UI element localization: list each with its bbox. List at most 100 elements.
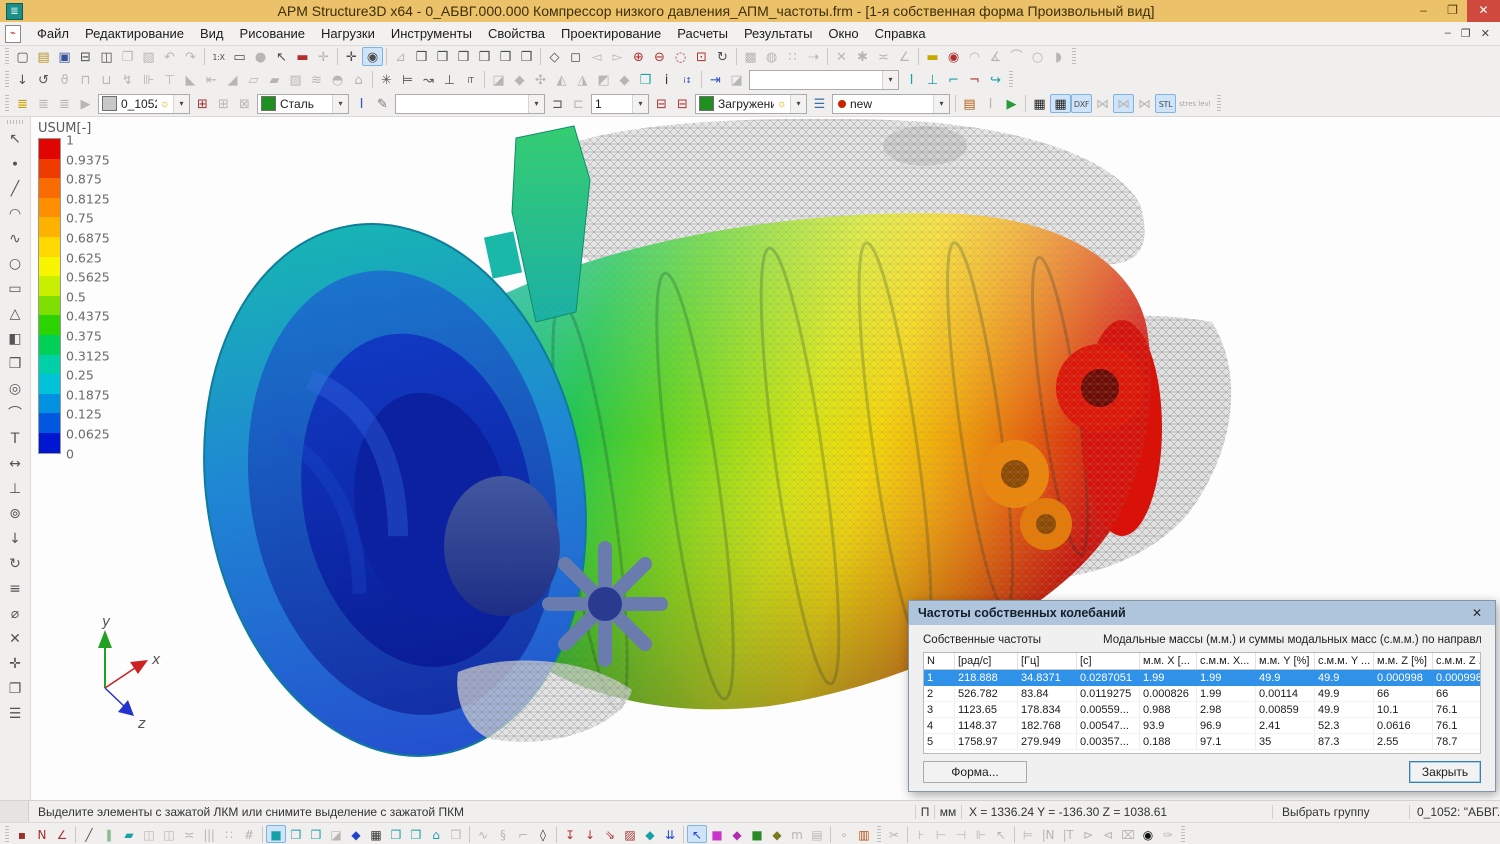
measure-distance-button[interactable]: ▬ xyxy=(922,47,943,66)
toolbar-grip[interactable] xyxy=(1181,826,1185,843)
select-pointer-button[interactable]: ↖ xyxy=(687,825,707,843)
result-arrow-button[interactable]: ▶ xyxy=(1001,94,1022,113)
loadcase-next-button[interactable]: ⊟ xyxy=(672,94,693,113)
parallel-rods-button[interactable]: ∥ xyxy=(99,825,119,843)
film-button[interactable]: ▤ xyxy=(807,825,827,843)
load-tool[interactable]: ↓ xyxy=(3,526,27,551)
dimension-tool[interactable]: ↔ xyxy=(3,451,27,476)
move-to-layer-button[interactable]: ⊞ xyxy=(213,94,234,113)
material-combo[interactable]: Сталь▾ xyxy=(257,94,349,114)
support-tool[interactable]: ⊥ xyxy=(3,476,27,501)
column-header[interactable]: м.м. Y [%] xyxy=(1256,653,1315,670)
menu-item-draw[interactable]: Рисование xyxy=(232,23,313,44)
load-undo-button[interactable]: ↺ xyxy=(33,70,54,89)
clamp-button[interactable]: ⊐ xyxy=(547,94,568,113)
view-top-button[interactable]: ❒ xyxy=(474,47,495,66)
table-button[interactable]: ⌐ xyxy=(513,825,533,843)
document-icon[interactable]: ⌁ xyxy=(5,25,21,43)
volume-load-button[interactable]: ◓ xyxy=(327,70,348,89)
rect-tool[interactable]: ▭ xyxy=(3,276,27,301)
toolbar-grip[interactable] xyxy=(5,48,9,65)
node-numbers-button[interactable]: N xyxy=(32,825,52,843)
orbit-button[interactable]: ↻ xyxy=(712,47,733,66)
toolbar-grip[interactable] xyxy=(1009,71,1013,88)
select-group-button[interactable]: Выбрать группу xyxy=(1272,805,1409,819)
plane-load-button[interactable]: ▱ xyxy=(243,70,264,89)
flatten-2-button[interactable]: ⋈ xyxy=(1113,94,1134,113)
arc-tool[interactable]: ◠ xyxy=(3,201,27,226)
ruler-button[interactable]: ▬ xyxy=(292,47,313,66)
measure-tool[interactable]: ⌀ xyxy=(3,601,27,626)
plate-button[interactable]: ■ xyxy=(266,825,286,843)
pick-cursor-button[interactable]: ↖ xyxy=(271,47,292,66)
frequencies-table-container[interactable]: N[рад/с][Гц][с]м.м. X [...с.м.м. X...м.м… xyxy=(923,652,1481,754)
roof-button[interactable]: ⌂ xyxy=(426,825,446,843)
move-elements-button[interactable]: ✛ xyxy=(313,47,334,66)
selection-filter-combo[interactable]: ▾ xyxy=(395,94,545,114)
mesh-refine-button[interactable]: ▨ xyxy=(620,825,640,843)
plate-i-button[interactable]: ◮ xyxy=(572,70,593,89)
join-nodes-button[interactable]: ✕ xyxy=(831,47,852,66)
release-5-button[interactable]: ⊳ xyxy=(1078,825,1098,843)
next-view-button[interactable]: ▻ xyxy=(607,47,628,66)
pointer-gray-button[interactable]: ↖ xyxy=(991,825,1011,843)
coordinate-axes-button[interactable]: ⊿ xyxy=(390,47,411,66)
erase-tool[interactable]: ✕ xyxy=(3,626,27,651)
mode-combo[interactable]: new▾ xyxy=(832,94,950,114)
rotate-3d-button[interactable]: ◇ xyxy=(544,47,565,66)
release-3-button[interactable]: ⊣ xyxy=(951,825,971,843)
wave-button[interactable]: ∿ xyxy=(473,825,493,843)
release-4-button[interactable]: ⊩ xyxy=(971,825,991,843)
arrows-blue-button[interactable]: ⇊ xyxy=(660,825,680,843)
frequency-table-row[interactable]: 41148.37182.7680.00547...93.996.92.4152.… xyxy=(924,718,1481,734)
angle-nodes-button[interactable]: ∠ xyxy=(894,47,915,66)
chevron-down-icon[interactable]: ▾ xyxy=(933,95,949,113)
chevron-down-icon[interactable]: ▾ xyxy=(173,95,189,113)
plate-teal-button[interactable]: ◆ xyxy=(640,825,660,843)
view-front-button[interactable]: ❒ xyxy=(432,47,453,66)
load-force-button[interactable]: ↓ xyxy=(12,70,33,89)
export-dxf-button[interactable]: DXF xyxy=(1071,94,1092,113)
pipe-elbow-button[interactable]: ⌐ xyxy=(943,70,964,89)
column-header[interactable]: м.м. X [... xyxy=(1140,653,1197,670)
temperature-load-button[interactable]: ϑ xyxy=(54,70,75,89)
beam-h-button[interactable]: I xyxy=(901,70,922,89)
menu-item-edit[interactable]: Редактирование xyxy=(77,23,192,44)
plane-load-2-button[interactable]: ▰ xyxy=(264,70,285,89)
dialog-close-icon[interactable]: ✕ xyxy=(1468,606,1486,620)
measure-angle-button[interactable]: ∡ xyxy=(985,47,1006,66)
column-header[interactable]: [Гц] xyxy=(1018,653,1077,670)
plate-v-button[interactable]: ◩ xyxy=(593,70,614,89)
mesh-view-2-button[interactable]: ▦ xyxy=(1050,94,1071,113)
frequency-table-row[interactable]: 2526.78283.840.01192750.0008261.990.0011… xyxy=(924,686,1481,702)
camera-button[interactable]: ◉ xyxy=(1138,825,1158,843)
menu-item-calculations[interactable]: Расчеты xyxy=(669,23,736,44)
axial-force-button[interactable]: |N xyxy=(1038,825,1058,843)
frequency-table-row[interactable]: 51758.97279.9490.00357...0.18897.13587.3… xyxy=(924,734,1481,750)
column-header[interactable]: м.м. Z [%] xyxy=(1374,653,1433,670)
plate-pin-button[interactable]: ✣ xyxy=(530,70,551,89)
hole-tool[interactable]: ◎ xyxy=(3,376,27,401)
menu-item-view[interactable]: Вид xyxy=(192,23,232,44)
flatten-3-button[interactable]: ⋈ xyxy=(1134,94,1155,113)
toolbar-grip[interactable] xyxy=(5,71,9,88)
close-button[interactable]: ✕ xyxy=(1467,0,1500,22)
magenta-plate-button[interactable]: ■ xyxy=(707,825,727,843)
loadcase-combo[interactable]: Загружение☼▾ xyxy=(695,94,807,114)
menu-item-results[interactable]: Результаты xyxy=(736,23,820,44)
menu-item-tools[interactable]: Инструменты xyxy=(383,23,480,44)
solid-button[interactable]: ❒ xyxy=(306,825,326,843)
polygon-tool[interactable]: △ xyxy=(3,301,27,326)
zoom-in-button[interactable]: ⊕ xyxy=(628,47,649,66)
mesh-tool-4-button[interactable]: ⇢ xyxy=(803,47,824,66)
mesh-box-button[interactable]: ▦ xyxy=(366,825,386,843)
local-load-button[interactable]: ⊨ xyxy=(1018,825,1038,843)
pressure-load-button[interactable]: ⊓ xyxy=(75,70,96,89)
projection-indicator[interactable]: П xyxy=(916,805,935,819)
zoom-lens-button[interactable]: ◌ xyxy=(670,47,691,66)
new-rod-button[interactable]: ╱ xyxy=(79,825,99,843)
incline-support-button[interactable]: ◣ xyxy=(180,70,201,89)
menu-item-properties[interactable]: Свойства xyxy=(480,23,553,44)
moment-load-button[interactable]: ⊤ xyxy=(159,70,180,89)
loadcase-list-button[interactable]: ☰ xyxy=(809,94,830,113)
